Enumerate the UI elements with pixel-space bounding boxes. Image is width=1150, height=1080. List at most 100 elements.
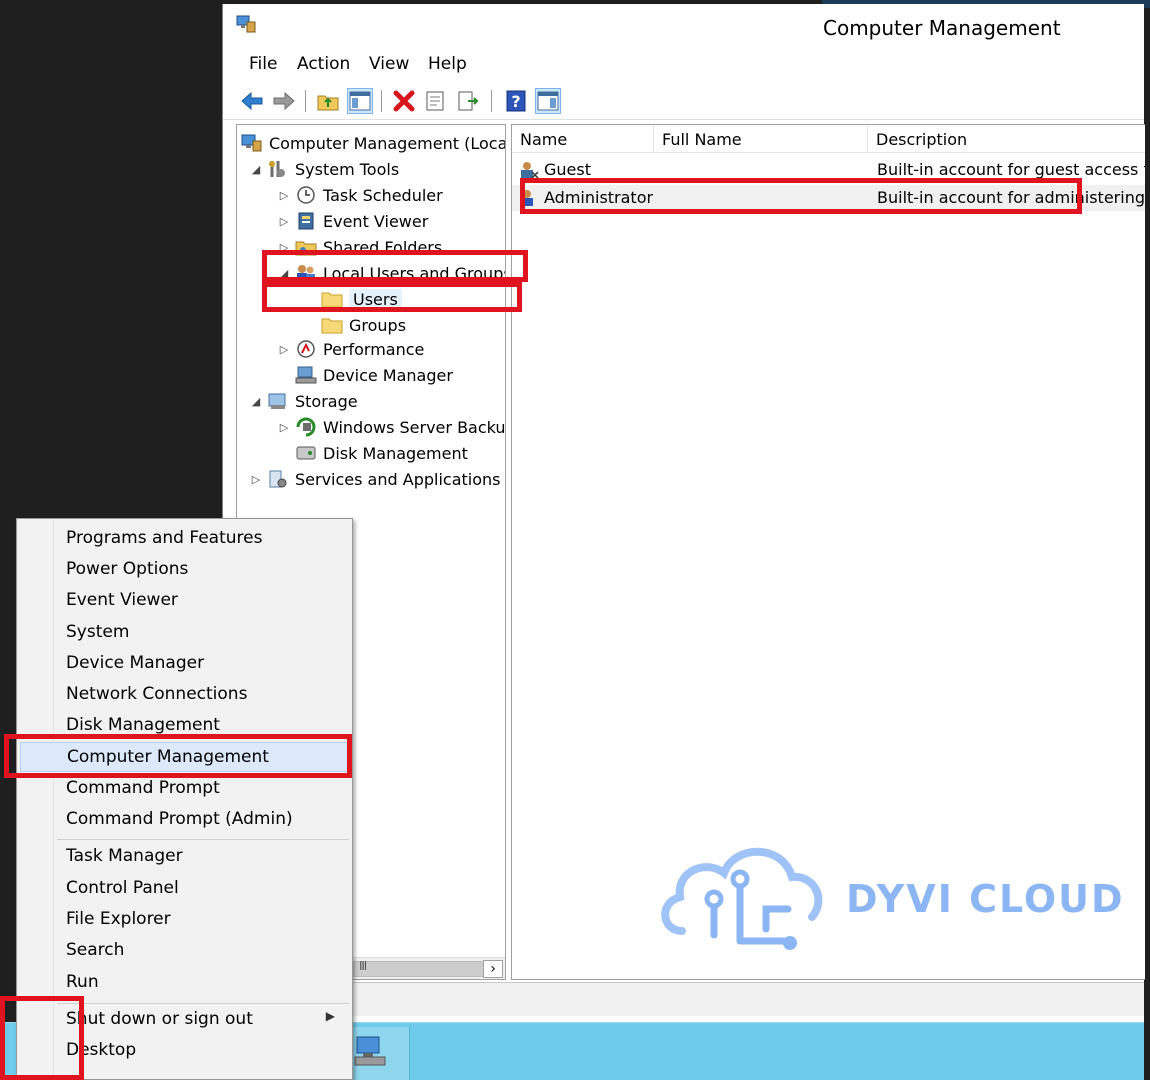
tree-item-task-scheduler[interactable]: ▷ Task Scheduler [277,183,443,207]
delete-icon [393,90,415,112]
computer-management-icon [354,1036,386,1066]
collapse-arrow-icon[interactable]: ◢ [249,395,263,408]
tree-label: Computer Management (Local [269,133,506,153]
user-description: Built-in account for guest access t... [877,160,1145,179]
tree-label: System Tools [295,159,400,179]
tree-label: Windows Server Backup [323,417,506,437]
show-hide-action-pane-icon [537,91,559,111]
watermark-text: DYVI CLOUD [846,877,1125,921]
menu-bar: File Action View Help [223,50,1144,80]
delete-button[interactable] [391,88,417,114]
help-icon: ? [506,90,526,112]
menu-item-command-prompt-admin[interactable]: Command Prompt (Admin) [20,805,349,835]
menu-item-network-connections[interactable]: Network Connections [20,680,349,710]
menu-item-system[interactable]: System [20,618,349,648]
tree-item-disk-management[interactable]: Disk Management [295,441,468,465]
tree-item-event-viewer[interactable]: ▷ Event Viewer [277,209,429,233]
tree-item-device-manager[interactable]: Device Manager [295,363,453,387]
menu-item-run[interactable]: Run [20,968,349,998]
tree-item-computer-management[interactable]: Computer Management (Local [241,131,506,155]
highlight-start-button [0,996,84,1080]
svg-text:?: ? [511,92,520,111]
highlight-users-folder [262,282,522,312]
forward-button[interactable] [271,88,297,114]
scrollbar-grip-icon: Ⅲ [359,959,368,973]
column-header-description[interactable]: Description [868,125,1145,153]
tree-label: Groups [349,315,407,335]
menu-help[interactable]: Help [428,54,467,74]
tree-item-windows-server-backup[interactable]: ▷ Windows Server Backup [277,415,506,439]
folder-icon [321,318,343,334]
toolbar-separator [381,90,382,112]
users-list[interactable]: Name Full Name Description Guest Built-i… [511,124,1145,980]
tree-item-services-and-applications[interactable]: ▷ Services and Applications [249,467,501,491]
properties-button[interactable] [423,88,449,114]
menu-item-control-panel[interactable]: Control Panel [20,874,349,904]
tree-label: Services and Applications [295,469,501,489]
column-header-full-name[interactable]: Full Name [654,125,868,153]
services-icon [269,470,287,488]
guest-user-icon [521,162,539,179]
title-bar[interactable]: Computer Management [223,4,1144,48]
column-header-name[interactable]: Name [512,125,654,153]
computer-management-icon [236,15,256,33]
toolbar: ? [223,84,1144,120]
menu-item-power-options[interactable]: Power Options [20,555,349,585]
export-list-icon [458,91,479,111]
tree-item-storage[interactable]: ◢ Storage [249,389,358,413]
menu-separator [57,1003,349,1004]
properties-icon [426,91,444,111]
show-hide-console-tree-button[interactable] [347,88,373,114]
highlight-administrator-row [520,178,1082,214]
status-bar [223,982,1144,1016]
window-title: Computer Management [823,16,1061,40]
expand-arrow-icon[interactable]: ▷ [277,421,291,434]
export-list-button[interactable] [455,88,481,114]
tree-label: Storage [295,391,358,411]
expand-arrow-icon[interactable]: ▷ [277,343,291,356]
tree-label: Event Viewer [323,211,429,231]
device-manager-icon [295,366,317,384]
performance-icon [297,340,315,358]
back-icon [241,91,263,111]
user-name: Guest [544,160,591,179]
menu-item-file-explorer[interactable]: File Explorer [20,905,349,935]
expand-arrow-icon[interactable]: ▷ [277,215,291,228]
tree-item-system-tools[interactable]: ◢ System Tools [249,157,399,181]
tree-item-performance[interactable]: ▷ Performance [277,337,425,361]
submenu-arrow-icon: ▶ [325,1009,335,1023]
watermark-logo: DYVI CLOUD [654,831,1124,961]
menu-item-programs-and-features[interactable]: Programs and Features [20,524,349,554]
computer-management-icon [241,134,262,152]
expand-arrow-icon[interactable]: ▷ [249,473,263,486]
back-button[interactable] [239,88,265,114]
menu-item-search[interactable]: Search [20,936,349,966]
tree-item-groups[interactable]: Groups [321,313,406,337]
menu-file[interactable]: File [249,54,277,74]
disk-management-icon [296,446,316,460]
menu-view[interactable]: View [369,54,409,74]
cloud-circuit-icon [661,847,823,950]
highlight-local-users-and-groups [262,250,528,282]
clock-icon [297,186,315,204]
menu-item-event-viewer[interactable]: Event Viewer [20,586,349,616]
tree-label: Performance [323,339,425,359]
collapse-arrow-icon[interactable]: ◢ [249,163,263,176]
scroll-right-button[interactable]: › [483,960,503,978]
tree-label: Disk Management [323,443,468,463]
up-one-level-button[interactable] [315,88,341,114]
help-button[interactable]: ? [503,88,529,114]
up-folder-icon [317,95,339,111]
show-hide-action-pane-button[interactable] [535,88,561,114]
tree-label: Device Manager [323,365,453,385]
computer-management-window: Computer Management File Action View Hel… [222,4,1145,1080]
show-hide-tree-icon [349,91,371,111]
menu-item-command-prompt[interactable]: Command Prompt [20,774,349,804]
menu-action[interactable]: Action [297,54,350,74]
menu-separator [57,839,349,840]
menu-item-task-manager[interactable]: Task Manager [20,842,349,872]
event-viewer-icon [298,212,314,230]
expand-arrow-icon[interactable]: ▷ [277,189,291,202]
scrollbar-thumb[interactable] [353,961,485,977]
menu-item-device-manager[interactable]: Device Manager [20,649,349,679]
